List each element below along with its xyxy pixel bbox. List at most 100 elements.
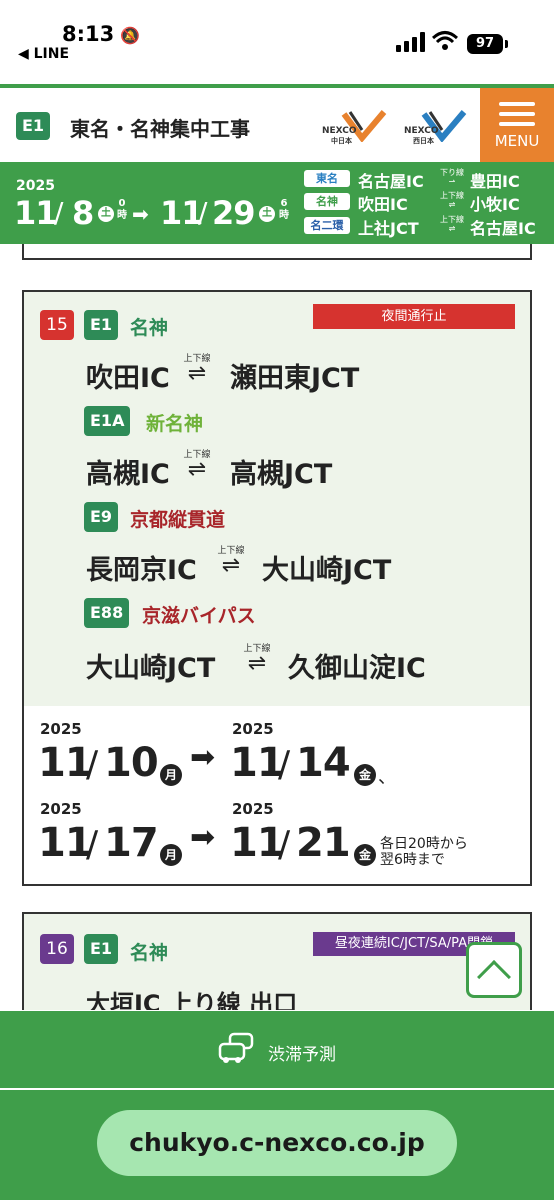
route-dir: 下り線 ⇀ bbox=[440, 168, 464, 186]
road-name: 名神 bbox=[130, 942, 169, 964]
time-note-line2: 翌6時まで bbox=[380, 852, 445, 868]
period-day: 21 bbox=[296, 820, 351, 866]
route-badge: E1 bbox=[84, 310, 119, 340]
nexco-west-label: NEXCO bbox=[404, 126, 439, 136]
route-to: 豊田IC bbox=[470, 172, 520, 191]
status-time: 8:13 bbox=[62, 22, 115, 46]
battery-cap bbox=[505, 40, 508, 48]
traffic-cars-icon bbox=[218, 1032, 254, 1063]
route-dir: 上下線 ⇌ bbox=[440, 191, 464, 209]
date-slash: / bbox=[278, 824, 291, 865]
road-name: 新名神 bbox=[146, 413, 204, 435]
banner-end-day: 29 bbox=[212, 194, 256, 232]
both-directions-icon: 上下線 ⇌ bbox=[183, 354, 211, 386]
route-dir: 上下線 ⇌ bbox=[440, 215, 464, 233]
period-day: 10 bbox=[104, 740, 159, 786]
previous-card-bottom bbox=[22, 244, 532, 260]
bell-muted-icon: 🔕 bbox=[120, 26, 140, 45]
header-route-badge: E1 bbox=[16, 112, 50, 140]
dir-label: 上下線 bbox=[440, 215, 464, 224]
both-directions-icon: 上下線 ⇌ bbox=[217, 546, 245, 578]
menu-button[interactable]: MENU bbox=[480, 88, 554, 162]
hamburger-icon bbox=[499, 102, 535, 106]
section-from: 高槻IC bbox=[86, 459, 170, 490]
route-from: 吹田IC bbox=[358, 195, 408, 214]
route-to: 名古屋IC bbox=[470, 219, 536, 238]
date-slash: / bbox=[86, 744, 99, 785]
nexco-central-sub: 中日本 bbox=[331, 137, 352, 145]
section-to: 大山崎JCT bbox=[262, 555, 392, 586]
period-day: 14 bbox=[296, 740, 351, 786]
route-tag-meishin: 名神 bbox=[304, 193, 350, 210]
hamburger-icon-bar bbox=[499, 122, 535, 126]
cellular-signal-icon bbox=[396, 32, 425, 52]
url-field[interactable]: chukyo.c-nexco.co.jp bbox=[97, 1110, 457, 1176]
nexco-west-sub: 西日本 bbox=[413, 137, 434, 145]
banner-start-month: 11 bbox=[14, 194, 58, 232]
start-hour: 0 bbox=[118, 198, 126, 209]
route-tag-meinikan: 名二環 bbox=[304, 217, 350, 234]
nexco-central-label: NEXCO bbox=[322, 126, 357, 136]
wifi-icon bbox=[432, 31, 458, 50]
road-name: 名神 bbox=[130, 317, 169, 339]
section-from: 長岡京IC bbox=[86, 555, 197, 586]
page-title[interactable]: 東名・名神集中工事 bbox=[70, 113, 250, 142]
time-note-line1: 各日20時から bbox=[380, 836, 468, 852]
banner-start-time: 0時 bbox=[117, 198, 127, 222]
hour-unit: 時 bbox=[279, 210, 289, 221]
banner-end-month: 11 bbox=[160, 194, 204, 232]
route-tag-tomei: 東名 bbox=[304, 170, 350, 187]
route-from: 名古屋IC bbox=[358, 172, 424, 191]
period-month: 11 bbox=[230, 740, 285, 786]
period-year: 2025 bbox=[232, 800, 274, 818]
menu-label: MENU bbox=[494, 132, 540, 150]
period-day: 17 bbox=[104, 820, 159, 866]
route-badge: E1A bbox=[84, 406, 131, 436]
banner-end-weekday: 土 bbox=[259, 206, 275, 222]
period-year: 2025 bbox=[40, 720, 82, 738]
banner-end-time: 6時 bbox=[279, 198, 289, 222]
section-to: 瀬田東JCT bbox=[230, 363, 360, 394]
date-slash: / bbox=[278, 744, 291, 785]
road-name: 京滋バイパス bbox=[142, 605, 256, 627]
period-year: 2025 bbox=[40, 800, 82, 818]
card-number-badge: 15 bbox=[40, 310, 74, 340]
dir-label: 上下線 bbox=[440, 191, 464, 200]
period-month: 11 bbox=[38, 740, 93, 786]
route-badge: E1 bbox=[84, 934, 119, 964]
back-to-app-link[interactable]: ◀ LINE bbox=[18, 46, 69, 62]
section-to: 高槻JCT bbox=[230, 459, 333, 490]
period-weekday: 金 bbox=[354, 764, 376, 786]
period-month: 11 bbox=[38, 820, 93, 866]
both-directions-icon: 上下線 ⇌ bbox=[243, 644, 271, 676]
card-15-routes-area bbox=[24, 292, 530, 706]
period-year: 2025 bbox=[232, 720, 274, 738]
road-name: 京都縦貫道 bbox=[130, 509, 226, 531]
closure-type-tag: 夜間通行止 bbox=[313, 304, 515, 329]
section-from: 吹田IC bbox=[86, 363, 170, 394]
route-badge: E9 bbox=[84, 502, 119, 532]
chevron-up-icon bbox=[477, 960, 511, 994]
hamburger-icon-bar bbox=[499, 112, 535, 116]
end-hour: 6 bbox=[280, 198, 288, 209]
section-from: 大山崎JCT bbox=[86, 653, 216, 684]
period-weekday: 月 bbox=[160, 764, 182, 786]
period-arrow-icon: ➡ bbox=[190, 740, 216, 775]
period-month: 11 bbox=[230, 820, 285, 866]
card-number-badge: 16 bbox=[40, 934, 74, 964]
route-from: 上社JCT bbox=[358, 219, 419, 238]
period-separator: 、 bbox=[378, 767, 396, 788]
dir-label: 下り線 bbox=[440, 168, 464, 177]
period-weekday: 金 bbox=[354, 844, 376, 866]
scroll-to-top-button[interactable] bbox=[466, 942, 522, 998]
both-directions-icon: 上下線 ⇌ bbox=[183, 450, 211, 482]
congestion-forecast-label: 渋滞予測 bbox=[268, 1045, 336, 1065]
hour-unit: 時 bbox=[117, 210, 127, 221]
banner-arrow-icon: ➡ bbox=[132, 202, 149, 226]
period-weekday: 月 bbox=[160, 844, 182, 866]
banner-start-weekday: 土 bbox=[98, 206, 114, 222]
route-badge: E88 bbox=[84, 598, 130, 628]
period-arrow-icon: ➡ bbox=[190, 820, 216, 855]
banner-start-day: 8 bbox=[72, 194, 94, 232]
section-to: 久御山淀IC bbox=[288, 653, 426, 684]
